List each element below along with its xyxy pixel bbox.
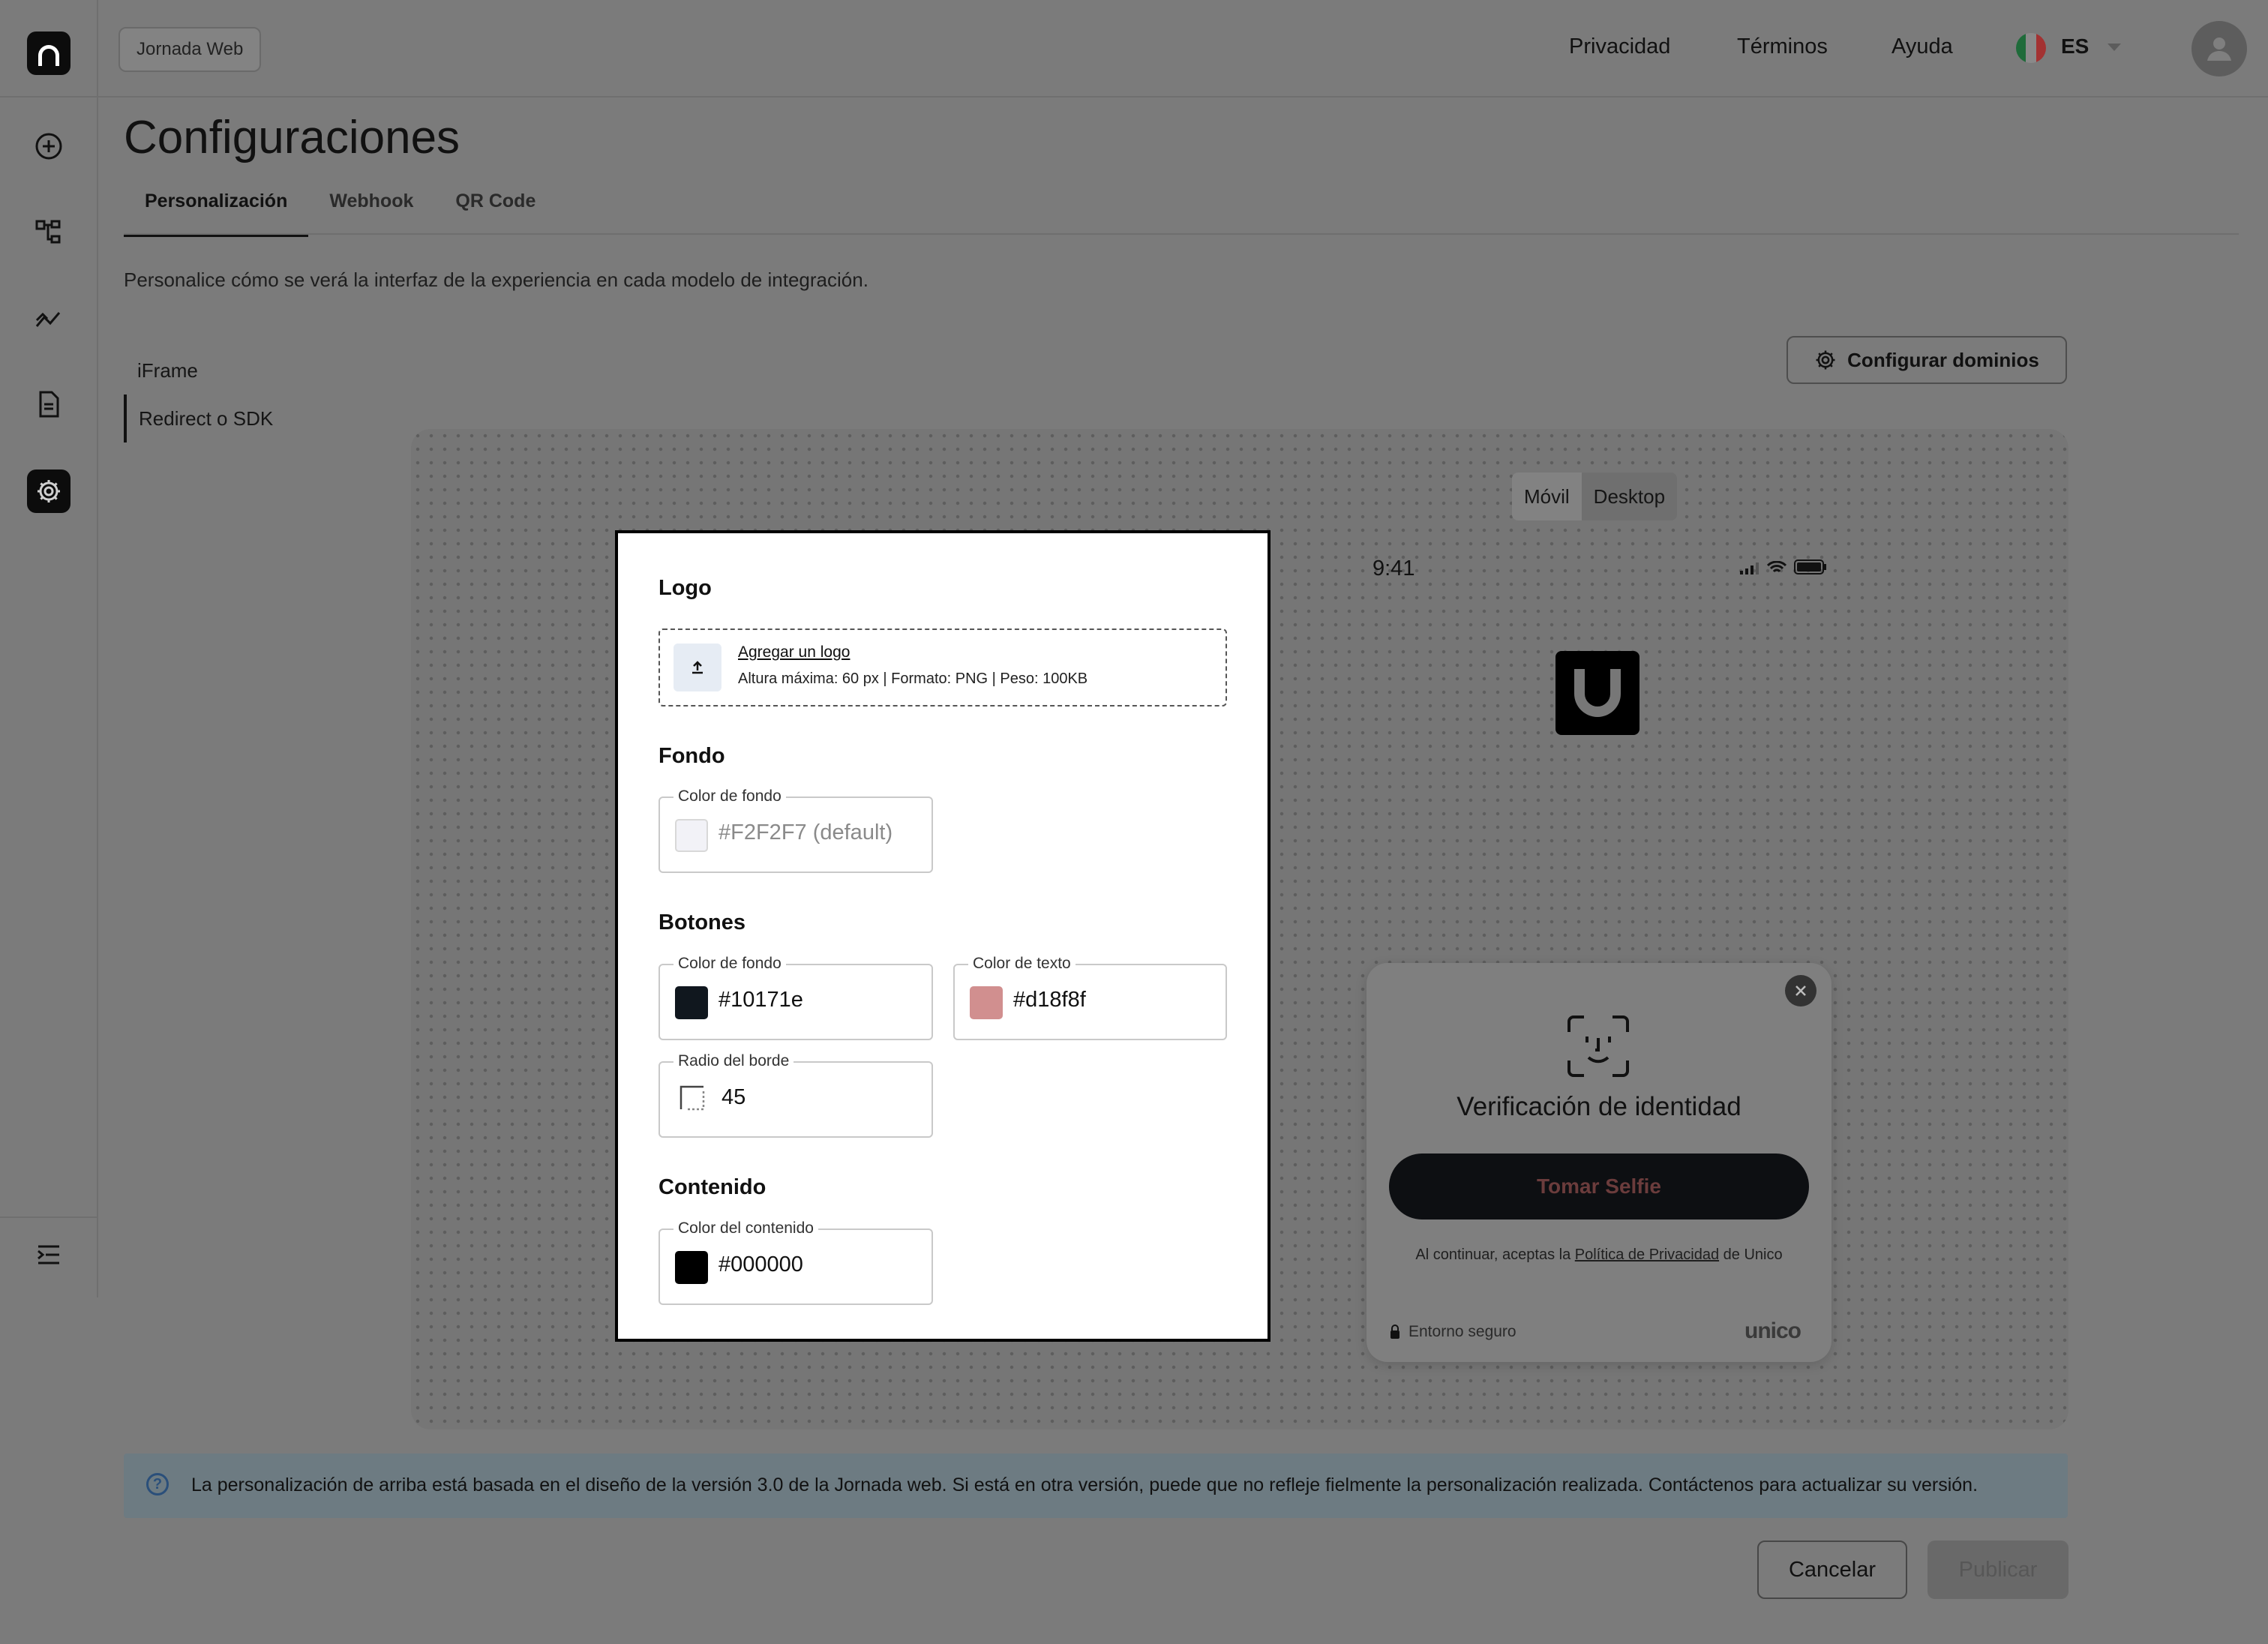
menu-collapse-icon[interactable] bbox=[27, 1233, 70, 1276]
phone-status-time: 9:41 bbox=[1372, 556, 1415, 580]
help-circle-icon: ? bbox=[146, 1473, 169, 1496]
device-toggle-desktop[interactable]: Desktop bbox=[1582, 472, 1677, 520]
document-icon[interactable] bbox=[27, 382, 70, 426]
subnav-item-iframe[interactable]: iFrame bbox=[124, 346, 273, 394]
background-color-swatch[interactable] bbox=[675, 819, 708, 852]
background-color-value[interactable]: #F2F2F7 (default) bbox=[718, 820, 892, 845]
content-color-swatch[interactable] bbox=[675, 1251, 708, 1284]
face-id-icon bbox=[1564, 1012, 1632, 1084]
button-text-color-swatch[interactable] bbox=[970, 986, 1003, 1019]
publish-button[interactable]: Publicar bbox=[1928, 1540, 2068, 1599]
tab-personalizacion[interactable]: Personalización bbox=[124, 186, 309, 237]
nav-help-link[interactable]: Ayuda bbox=[1892, 34, 1953, 59]
app-logo[interactable] bbox=[27, 32, 70, 75]
configure-domains-button[interactable]: Configurar dominios bbox=[1786, 336, 2067, 384]
privacy-terms-text: Al continuar, aceptas la Política de Pri… bbox=[1366, 1246, 1832, 1264]
content-color-label: Color del contenido bbox=[674, 1220, 818, 1238]
tab-qr-code[interactable]: QR Code bbox=[434, 186, 556, 237]
flow-diagram-icon[interactable] bbox=[27, 210, 70, 254]
content-color-value[interactable]: #000000 bbox=[718, 1252, 803, 1277]
nav-privacy-link[interactable]: Privacidad bbox=[1569, 34, 1670, 59]
border-radius-value[interactable]: 45 bbox=[722, 1085, 746, 1110]
buttons-section-title: Botones bbox=[658, 910, 746, 934]
terms-prefix: Al continuar, aceptas la bbox=[1415, 1246, 1575, 1263]
cancel-button[interactable]: Cancelar bbox=[1757, 1540, 1907, 1599]
app-chip[interactable]: Jornada Web bbox=[118, 27, 262, 72]
lock-icon bbox=[1390, 1324, 1400, 1339]
take-selfie-button[interactable]: Tomar Selfie bbox=[1389, 1154, 1809, 1220]
user-avatar[interactable] bbox=[2192, 21, 2247, 76]
add-circle-icon[interactable] bbox=[27, 124, 70, 168]
analytics-icon[interactable] bbox=[27, 297, 70, 340]
tabs-divider bbox=[124, 233, 2239, 235]
button-text-color-label: Color de texto bbox=[968, 955, 1076, 973]
header-divider bbox=[97, 96, 2268, 98]
configure-domains-label: Configurar dominios bbox=[1847, 348, 2039, 371]
settings-gear-icon[interactable] bbox=[27, 470, 70, 513]
border-radius-icon bbox=[680, 1085, 705, 1111]
background-section-title: Fondo bbox=[658, 744, 725, 768]
subnav-item-redirect-sdk[interactable]: Redirect o SDK bbox=[124, 394, 273, 442]
verification-card: Verificación de identidad Tomar Selfie A… bbox=[1366, 963, 1832, 1362]
verification-title: Verificación de identidad bbox=[1456, 1092, 1742, 1121]
sidebar-divider bbox=[0, 96, 97, 98]
content-section-title: Contenido bbox=[658, 1175, 766, 1199]
button-bg-color-swatch[interactable] bbox=[675, 986, 708, 1019]
mexico-flag-icon[interactable] bbox=[2016, 33, 2046, 63]
upload-icon[interactable] bbox=[674, 644, 722, 692]
close-icon[interactable] bbox=[1785, 975, 1816, 1006]
button-bg-color-value[interactable]: #10171e bbox=[718, 988, 803, 1012]
background-color-label: Color de fondo bbox=[674, 788, 786, 806]
signal-icon bbox=[1740, 562, 1759, 574]
unico-brand-logo: unico bbox=[1744, 1318, 1802, 1343]
version-info-banner: ? La personalización de arriba está basa… bbox=[124, 1454, 2068, 1518]
phone-status-icons bbox=[1740, 560, 1827, 574]
tab-bar: Personalización Webhook QR Code bbox=[124, 186, 556, 237]
button-bg-color-label: Color de fondo bbox=[674, 955, 786, 973]
border-radius-label: Radio del borde bbox=[674, 1052, 794, 1070]
integration-subnav: iFrame Redirect o SDK bbox=[124, 346, 273, 442]
border-radius-field[interactable]: Radio del borde 45 bbox=[658, 1052, 933, 1138]
privacy-policy-link[interactable]: Política de Privacidad bbox=[1575, 1246, 1719, 1263]
version-info-text: La personalización de arriba está basada… bbox=[191, 1474, 1978, 1496]
sidebar-bottom-divider bbox=[0, 1216, 97, 1218]
device-toggle: Móvil Desktop bbox=[1512, 472, 1678, 520]
battery-icon bbox=[1794, 560, 1826, 574]
logo-requirements-hint: Altura máxima: 60 px | Formato: PNG | Pe… bbox=[738, 670, 1088, 687]
secure-environment: Entorno seguro bbox=[1389, 1323, 1516, 1341]
gear-icon bbox=[1816, 350, 1835, 370]
nav-terms-link[interactable]: Términos bbox=[1737, 34, 1828, 59]
button-text-color-field[interactable]: Color de texto #d18f8f bbox=[953, 955, 1227, 1040]
background-color-field[interactable]: Color de fondo #F2F2F7 (default) bbox=[658, 788, 933, 873]
chevron-down-icon[interactable] bbox=[2108, 44, 2121, 51]
page-description: Personalice cómo se verá la interfaz de … bbox=[124, 268, 868, 291]
device-toggle-mobile[interactable]: Móvil bbox=[1512, 472, 1582, 520]
button-bg-color-field[interactable]: Color de fondo #10171e bbox=[658, 955, 933, 1040]
client-logo-preview bbox=[1556, 651, 1640, 735]
tab-webhook[interactable]: Webhook bbox=[308, 186, 434, 237]
logo-upload-dropzone[interactable]: Agregar un logo Altura máxima: 60 px | F… bbox=[658, 628, 1227, 706]
sidebar bbox=[0, 0, 98, 1298]
language-selector[interactable]: ES bbox=[2061, 34, 2089, 58]
logo-section-title: Logo bbox=[658, 576, 712, 600]
wifi-icon bbox=[1767, 561, 1786, 573]
add-logo-link[interactable]: Agregar un logo bbox=[738, 644, 850, 662]
button-text-color-value[interactable]: #d18f8f bbox=[1013, 988, 1086, 1012]
terms-suffix: de Unico bbox=[1719, 1246, 1783, 1263]
content-color-field[interactable]: Color del contenido #000000 bbox=[658, 1220, 933, 1305]
page-title: Configuraciones bbox=[124, 112, 460, 164]
secure-environment-label: Entorno seguro bbox=[1408, 1323, 1516, 1340]
